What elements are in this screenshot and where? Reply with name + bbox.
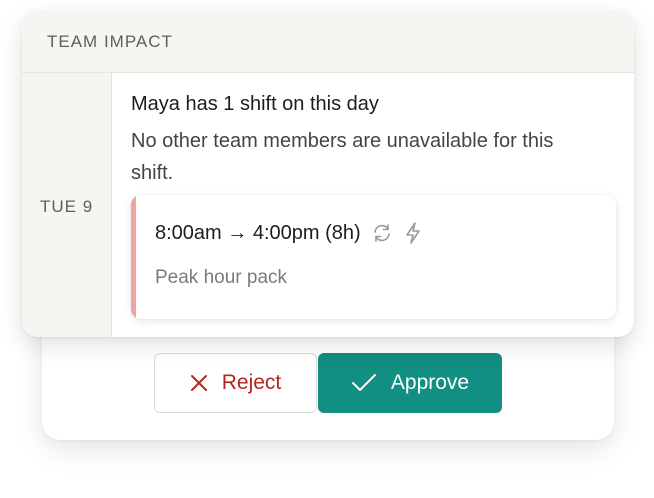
check-icon xyxy=(351,373,377,393)
team-impact-header: TEAM IMPACT xyxy=(22,11,634,73)
repeat-icon xyxy=(371,222,393,244)
shift-time-row: 8:00am → 4:00pm (8h) xyxy=(155,221,423,245)
approve-label: Approve xyxy=(390,371,470,394)
shift-note: Peak hour pack xyxy=(155,267,288,288)
close-icon xyxy=(190,374,208,392)
availability-detail: No other team members are unavailable fo… xyxy=(131,130,554,184)
approve-button[interactable]: Approve xyxy=(318,353,502,413)
lightning-icon xyxy=(403,221,423,245)
team-impact-card: TEAM IMPACT TUE 9 Maya has 1 shift on th… xyxy=(22,11,634,337)
approval-panel: Reject Approve TEAM IMPACT TUE 9 Maya ha… xyxy=(0,0,654,498)
shift-time: 8:00am → 4:00pm (8h) xyxy=(155,221,361,244)
section-title: TEAM IMPACT xyxy=(47,32,173,51)
day-column: TUE 9 xyxy=(22,73,112,337)
reject-label: Reject xyxy=(221,371,282,394)
shift-summary: Maya has 1 shift on this day xyxy=(131,93,379,115)
reject-button[interactable]: Reject xyxy=(154,353,317,413)
shift-card[interactable]: 8:00am → 4:00pm (8h) Peak hour pack xyxy=(131,195,616,319)
day-label: TUE 9 xyxy=(40,197,94,216)
shift-accent-bar xyxy=(131,195,136,319)
